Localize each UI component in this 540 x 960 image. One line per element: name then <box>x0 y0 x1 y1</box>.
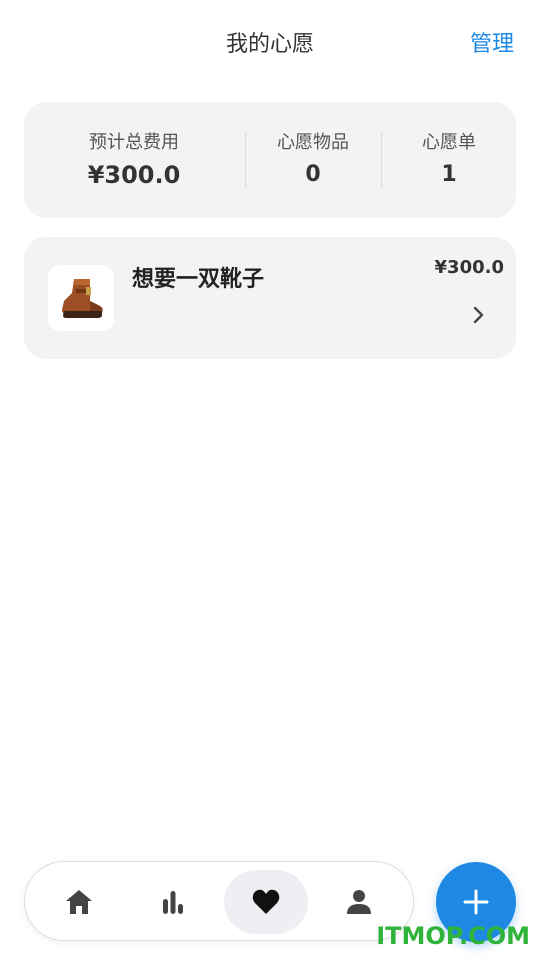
home-icon <box>66 890 92 914</box>
bar-chart-icon <box>163 891 183 914</box>
stat-value: 1 <box>441 162 457 187</box>
bottom-nav <box>24 861 414 941</box>
stat-value: 0 <box>305 162 321 187</box>
page-title: 我的心愿 <box>225 32 314 57</box>
header: 我的心愿 管理 <box>0 0 540 84</box>
plus-icon <box>463 889 489 915</box>
wish-thumbnail <box>48 265 114 331</box>
nav-statistics[interactable] <box>131 870 215 934</box>
boot-icon <box>62 279 103 318</box>
stat-value: ¥300.0 <box>87 161 181 189</box>
nav-home[interactable] <box>37 870 121 934</box>
stat-wish-lists: 心愿单 1 <box>382 102 516 218</box>
manage-button[interactable]: 管理 <box>470 26 514 58</box>
summary-card: 预计总费用 ¥300.0 心愿物品 0 心愿单 1 <box>24 102 516 218</box>
heart-icon <box>252 889 280 914</box>
wish-list-item[interactable]: 想要一双靴子 ¥300.0 <box>24 237 516 359</box>
stat-label: 预计总费用 <box>89 132 179 153</box>
person-icon <box>347 890 371 914</box>
watermark: ITMOP.COM <box>376 922 530 950</box>
nav-wishlist[interactable] <box>224 870 308 934</box>
stat-label: 心愿物品 <box>277 132 349 153</box>
wish-name: 想要一双靴子 <box>132 267 265 292</box>
stat-label: 心愿单 <box>422 132 476 153</box>
stat-wish-items: 心愿物品 0 <box>246 102 380 218</box>
wish-price: ¥300.0 <box>434 257 504 278</box>
chevron-right-icon <box>473 306 484 324</box>
stat-total-cost: 预计总费用 ¥300.0 <box>24 102 244 218</box>
